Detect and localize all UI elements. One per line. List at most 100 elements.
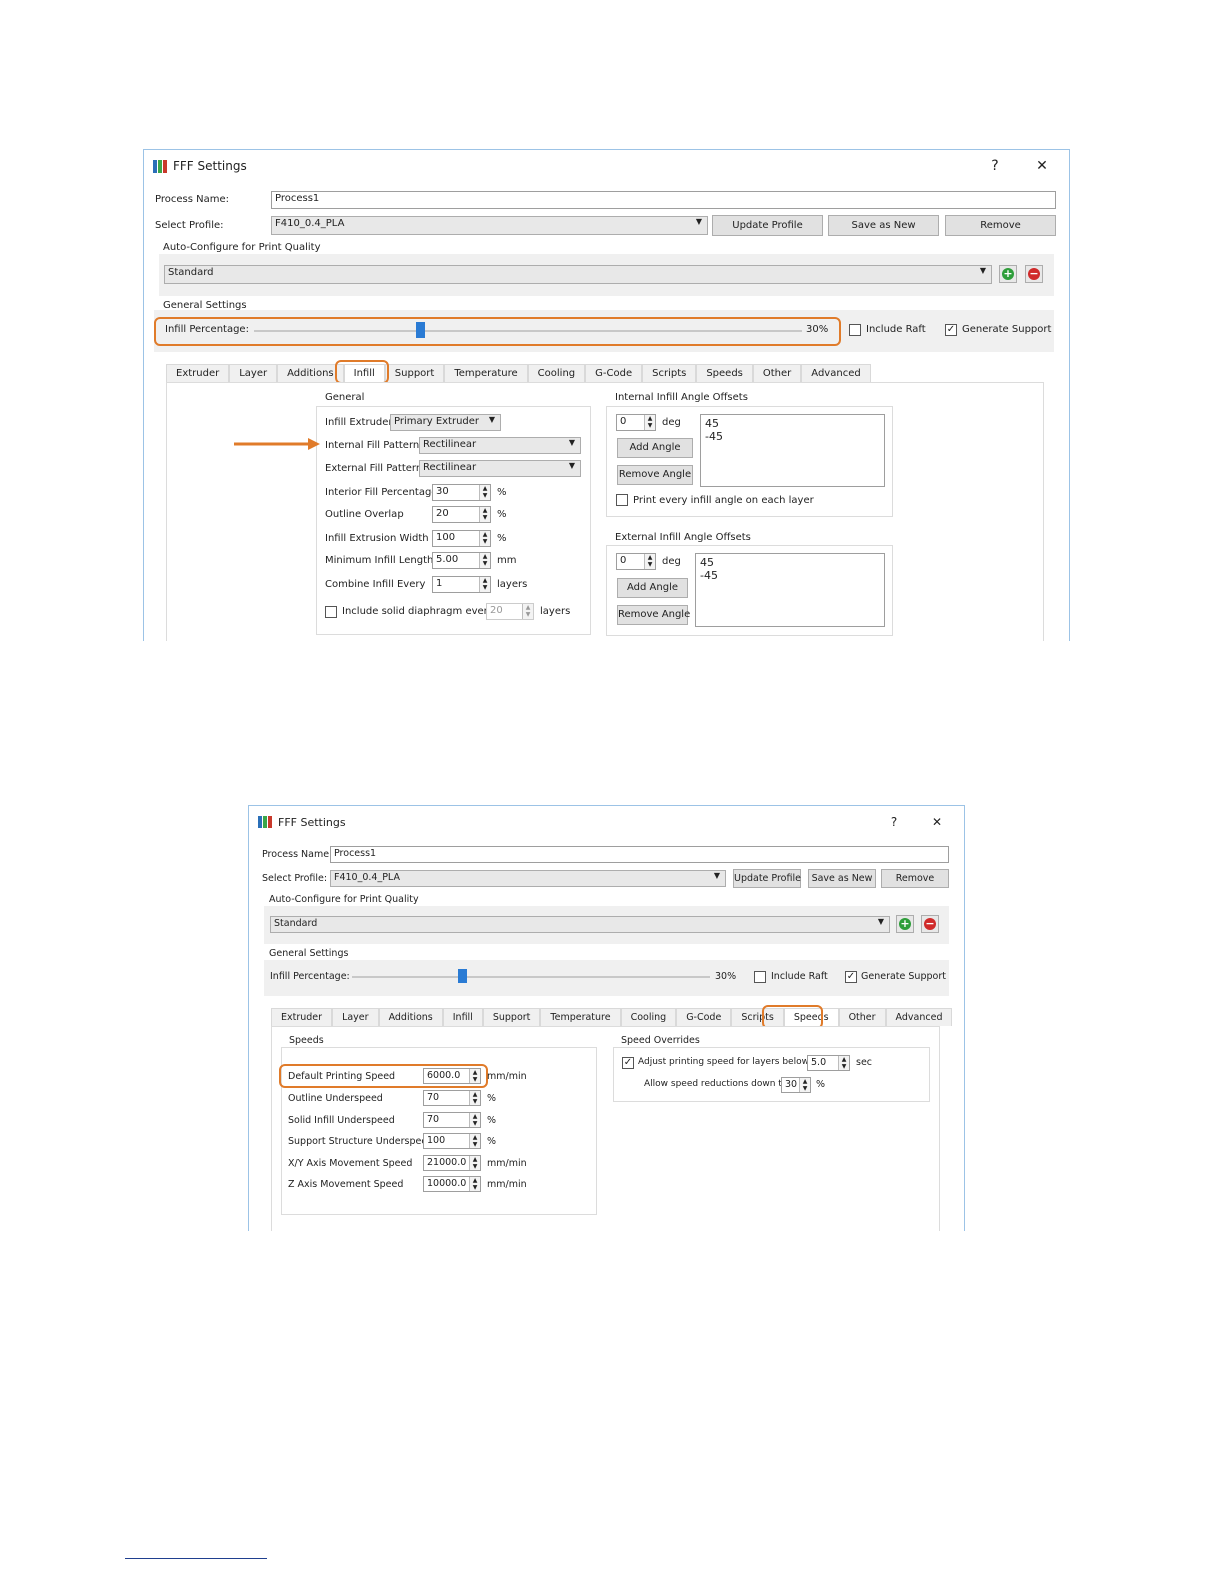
process-name-input[interactable]: Process1: [330, 846, 949, 863]
infill-extruder-dropdown[interactable]: Primary Extruder ▼: [390, 414, 501, 431]
tab-layer[interactable]: Layer: [229, 364, 278, 382]
spin-arrows-icon[interactable]: ▲ ▼: [469, 1177, 480, 1191]
tab-cooling[interactable]: Cooling: [620, 1008, 677, 1026]
remove-profile-button[interactable]: Remove: [945, 215, 1056, 236]
external-remove-angle-button[interactable]: Remove Angle: [617, 605, 690, 625]
tab-advanced[interactable]: Advanced: [885, 1008, 953, 1026]
tab-additions[interactable]: Additions: [277, 364, 344, 382]
list-item[interactable]: 45: [705, 417, 880, 430]
tab-other[interactable]: Other: [838, 1008, 886, 1026]
include-raft-checkbox[interactable]: [849, 324, 861, 336]
tab-scripts[interactable]: Scripts: [642, 364, 697, 382]
help-button[interactable]: ?: [885, 806, 903, 838]
tab-temperature[interactable]: Temperature: [444, 364, 528, 382]
internal-remove-angle-button[interactable]: Remove Angle: [617, 465, 693, 485]
tab-layer[interactable]: Layer: [332, 1008, 379, 1026]
tab-extruder[interactable]: Extruder: [166, 364, 230, 382]
print-every-angle-checkbox[interactable]: [616, 494, 628, 506]
tab-advanced[interactable]: Advanced: [801, 364, 871, 382]
spin-arrows-icon[interactable]: ▲ ▼: [469, 1069, 480, 1083]
spin-arrows-icon[interactable]: ▲ ▼: [644, 415, 655, 430]
internal-fill-pattern-dropdown[interactable]: Rectilinear ▼: [419, 437, 581, 454]
quality-dropdown[interactable]: Standard ▼: [164, 265, 992, 284]
adjust-speed-input[interactable]: 5.0 ▲ ▼: [807, 1055, 850, 1071]
tab-support[interactable]: Support: [482, 1008, 541, 1026]
tab-g-code[interactable]: G-Code: [676, 1008, 732, 1026]
tab-g-code[interactable]: G-Code: [585, 364, 643, 382]
combine-infill-every-input[interactable]: 1 ▲ ▼: [432, 576, 491, 593]
spin-arrows-icon[interactable]: ▲ ▼: [469, 1134, 480, 1148]
spin-arrows-icon[interactable]: ▲ ▼: [522, 604, 533, 619]
external-fill-pattern-dropdown[interactable]: Rectilinear ▼: [419, 460, 581, 477]
spin-arrows-icon[interactable]: ▲ ▼: [479, 553, 490, 568]
remove-quality-button[interactable]: −: [921, 915, 939, 933]
allow-reduction-input[interactable]: 30 ▲ ▼: [781, 1077, 811, 1093]
spin-arrows-icon[interactable]: ▲ ▼: [469, 1113, 480, 1127]
outline-overlap-input[interactable]: 20 ▲ ▼: [432, 506, 491, 523]
tab-other[interactable]: Other: [752, 364, 802, 382]
remove-profile-button[interactable]: Remove: [881, 869, 949, 888]
add-quality-button[interactable]: +: [896, 915, 914, 933]
generate-support-checkbox[interactable]: ✓: [845, 971, 857, 983]
external-angle-input[interactable]: 0 ▲ ▼: [616, 553, 656, 570]
help-button[interactable]: ?: [985, 150, 1005, 182]
spin-arrows-icon[interactable]: ▲ ▼: [479, 577, 490, 592]
diaphragm-input[interactable]: 20 ▲ ▼: [486, 603, 534, 620]
internal-add-angle-button[interactable]: Add Angle: [617, 438, 693, 458]
default-printing-speed-input[interactable]: 6000.0 ▲ ▼: [423, 1068, 481, 1084]
spin-arrows-icon[interactable]: ▲ ▼: [469, 1156, 480, 1170]
select-profile-value: F410_0.4_PLA: [334, 872, 400, 883]
tab-support[interactable]: Support: [384, 364, 445, 382]
list-item[interactable]: -45: [700, 569, 880, 582]
select-profile-dropdown[interactable]: F410_0.4_PLA ▼: [330, 870, 726, 887]
external-angles-list[interactable]: 45 -45: [695, 553, 885, 627]
tab-temperature[interactable]: Temperature: [540, 1008, 621, 1026]
include-diaphragm-checkbox[interactable]: [325, 606, 337, 618]
close-icon[interactable]: ✕: [928, 806, 946, 838]
generate-support-checkbox[interactable]: ✓: [945, 324, 957, 336]
xy-axis-movement-speed-input[interactable]: 21000.0 ▲ ▼: [423, 1155, 481, 1171]
spin-arrows-icon[interactable]: ▲ ▼: [469, 1091, 480, 1105]
spin-arrows-icon[interactable]: ▲ ▼: [479, 531, 490, 546]
infill-extrusion-width-input[interactable]: 100 ▲ ▼: [432, 530, 491, 547]
quality-dropdown[interactable]: Standard ▼: [270, 916, 890, 933]
internal-angles-list[interactable]: 45 -45: [700, 414, 885, 487]
select-profile-dropdown[interactable]: F410_0.4_PLA ▼: [271, 216, 708, 235]
list-item[interactable]: 45: [700, 556, 880, 569]
infill-extruder-label: Infill Extruder: [325, 417, 393, 428]
save-as-new-button[interactable]: Save as New: [808, 869, 876, 888]
update-profile-button[interactable]: Update Profile: [712, 215, 823, 236]
spin-arrows-icon[interactable]: ▲ ▼: [479, 485, 490, 500]
internal-angle-input[interactable]: 0 ▲ ▼: [616, 414, 656, 431]
process-name-input[interactable]: Process1: [271, 191, 1056, 209]
tab-cooling[interactable]: Cooling: [527, 364, 586, 382]
support-structure-underspeed-input[interactable]: 100 ▲ ▼: [423, 1133, 481, 1149]
spin-arrows-icon[interactable]: ▲ ▼: [479, 507, 490, 522]
update-profile-button[interactable]: Update Profile: [733, 869, 801, 888]
adjust-speed-checkbox[interactable]: ✓: [622, 1057, 634, 1069]
interior-fill-percentage-input[interactable]: 30 ▲ ▼: [432, 484, 491, 501]
list-item[interactable]: -45: [705, 430, 880, 443]
spin-arrows-icon[interactable]: ▲ ▼: [838, 1056, 849, 1070]
minimum-infill-length-input[interactable]: 5.00 ▲ ▼: [432, 552, 491, 569]
tab-extruder[interactable]: Extruder: [271, 1008, 333, 1026]
include-raft-checkbox[interactable]: [754, 971, 766, 983]
external-add-angle-button[interactable]: Add Angle: [617, 578, 688, 598]
close-icon[interactable]: ✕: [1032, 150, 1052, 182]
remove-quality-button[interactable]: −: [1025, 265, 1043, 283]
spin-arrows-icon[interactable]: ▲ ▼: [644, 554, 655, 569]
add-quality-button[interactable]: +: [999, 265, 1017, 283]
chevron-down-icon: ▼: [568, 438, 575, 447]
infill-percentage-slider-track[interactable]: [352, 976, 710, 978]
save-as-new-button[interactable]: Save as New: [828, 215, 939, 236]
solid-infill-underspeed-label: Solid Infill Underspeed: [288, 1115, 395, 1126]
z-axis-movement-speed-input[interactable]: 10000.0 ▲ ▼: [423, 1176, 481, 1192]
outline-underspeed-input[interactable]: 70 ▲ ▼: [423, 1090, 481, 1106]
tab-additions[interactable]: Additions: [378, 1008, 443, 1026]
tab-infill[interactable]: Infill: [442, 1008, 483, 1026]
solid-infill-underspeed-input[interactable]: 70 ▲ ▼: [423, 1112, 481, 1128]
spin-arrows-icon[interactable]: ▲ ▼: [799, 1078, 810, 1092]
outline-overlap-value: 20: [436, 508, 449, 519]
infill-percentage-slider-thumb[interactable]: [458, 969, 467, 983]
tab-speeds[interactable]: Speeds: [696, 364, 753, 382]
